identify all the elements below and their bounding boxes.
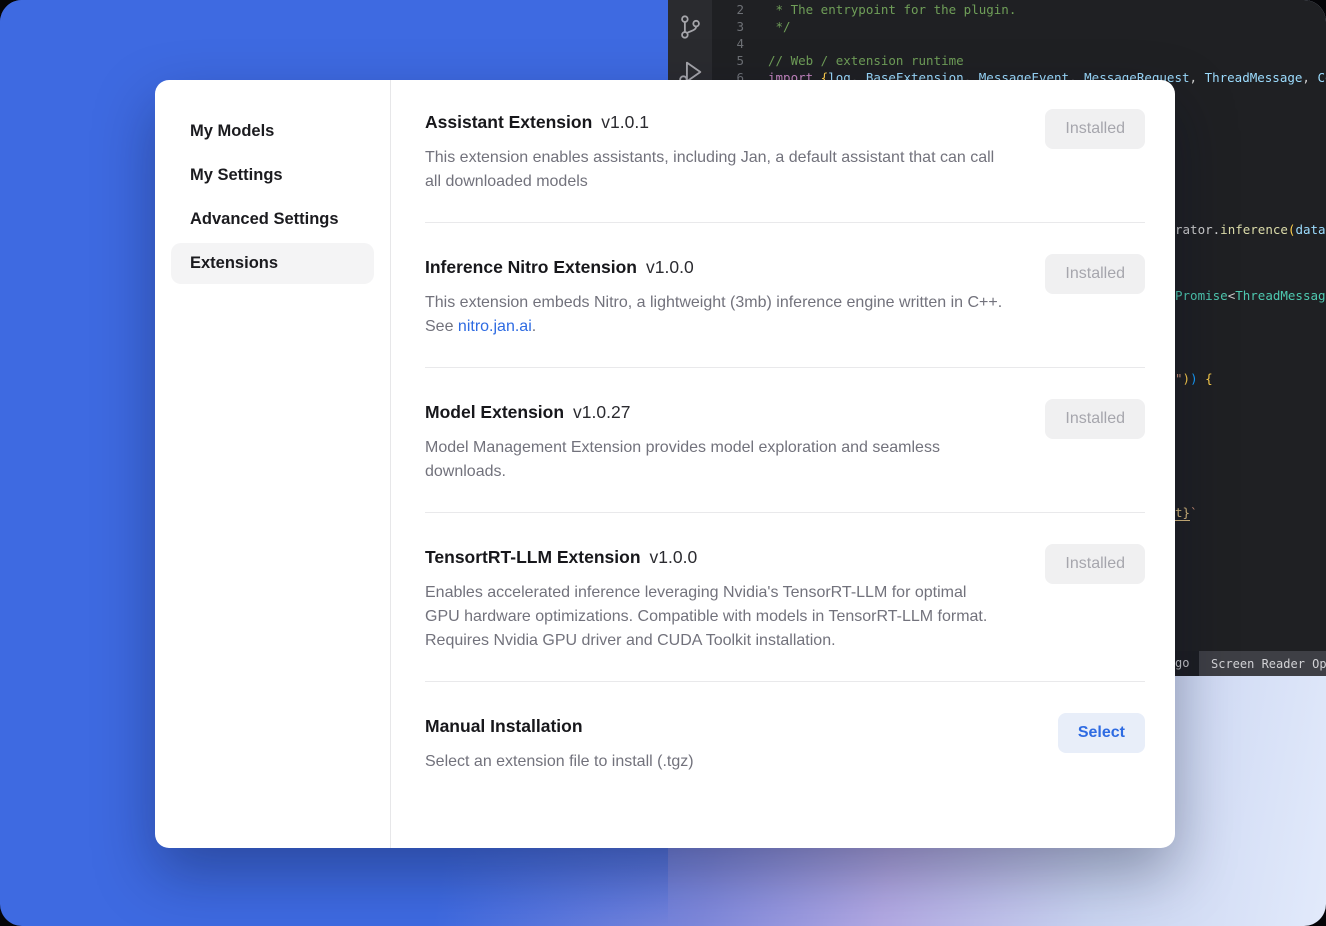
code-fragment: Promise<ThreadMessage>: [1175, 288, 1326, 303]
line-numbers: 23456: [712, 1, 744, 86]
extension-info: Assistant Extensionv1.0.1 This extension …: [425, 109, 1003, 194]
settings-sidebar: My ModelsMy SettingsAdvanced SettingsExt…: [155, 80, 391, 848]
code-text: * The entrypoint for the plugin. */ // We…: [768, 1, 1326, 86]
extension-row-inference-nitro-extension: Inference Nitro Extensionv1.0.0 This exte…: [425, 222, 1145, 367]
desktop: 23456 * The entrypoint for the plugin. *…: [0, 0, 1326, 926]
code-fragment: rator.inference(data));: [1175, 222, 1326, 237]
extension-name: TensortRT-LLM Extensionv1.0.0: [425, 544, 1003, 570]
extension-info: TensortRT-LLM Extensionv1.0.0 Enables acc…: [425, 544, 1003, 653]
installed-button: Installed: [1045, 109, 1145, 149]
settings-modal: My ModelsMy SettingsAdvanced SettingsExt…: [155, 80, 1175, 848]
extension-description: This extension enables assistants, inclu…: [425, 146, 1003, 194]
extension-info: Inference Nitro Extensionv1.0.0 This exte…: [425, 254, 1003, 339]
sidebar-item-my-models[interactable]: My Models: [171, 111, 374, 152]
extension-description: Enables accelerated inference leveraging…: [425, 581, 1003, 653]
extension-version: v1.0.27: [573, 402, 630, 422]
code-line: * The entrypoint for the plugin.: [768, 1, 1326, 18]
code-line: [768, 35, 1326, 52]
code-line: // Web / extension runtime: [768, 52, 1326, 69]
installed-button: Installed: [1045, 254, 1145, 294]
extension-row-tensortrt-llm-extension: TensortRT-LLM Extensionv1.0.0 Enables acc…: [425, 512, 1145, 681]
line-number: 4: [712, 35, 744, 52]
code-fragment: ")) {: [1175, 371, 1213, 386]
installed-button: Installed: [1045, 399, 1145, 439]
extension-description: Select an extension file to install (.tg…: [425, 750, 694, 774]
extension-description: Model Management Extension provides mode…: [425, 436, 1003, 484]
code-fragment: t}`: [1175, 505, 1198, 520]
screen-reader-status[interactable]: Screen Reader Optimized: [1199, 651, 1326, 676]
extension-version: v1.0.0: [650, 547, 698, 567]
sidebar-item-my-settings[interactable]: My Settings: [171, 155, 374, 196]
extension-description: This extension embeds Nitro, a lightweig…: [425, 291, 1003, 339]
extension-name: Model Extensionv1.0.27: [425, 399, 1003, 425]
code-line: */: [768, 18, 1326, 35]
line-number: 5: [712, 52, 744, 69]
extension-row-model-extension: Model Extensionv1.0.27 Model Management E…: [425, 367, 1145, 512]
extension-version: v1.0.1: [601, 112, 649, 132]
extensions-list: Assistant Extensionv1.0.1 This extension …: [391, 80, 1175, 848]
sidebar-item-extensions[interactable]: Extensions: [171, 243, 374, 284]
status-text: go: [1175, 656, 1189, 670]
extension-name: Inference Nitro Extensionv1.0.0: [425, 254, 1003, 280]
extension-row-manual-installation: Manual Installation Select an extension f…: [425, 681, 1145, 802]
extension-version: v1.0.0: [646, 257, 694, 277]
extension-link[interactable]: nitro.jan.ai: [458, 318, 532, 335]
extension-row-assistant-extension: Assistant Extensionv1.0.1 This extension …: [425, 80, 1145, 222]
source-control-icon[interactable]: [677, 12, 704, 45]
line-number: 2: [712, 1, 744, 18]
app-window: 23456 * The entrypoint for the plugin. *…: [0, 0, 1326, 926]
sidebar-item-advanced-settings[interactable]: Advanced Settings: [171, 199, 374, 240]
installed-button: Installed: [1045, 544, 1145, 584]
extension-name: Manual Installation: [425, 713, 694, 739]
select-button[interactable]: Select: [1058, 713, 1145, 753]
extension-name: Assistant Extensionv1.0.1: [425, 109, 1003, 135]
extension-info: Manual Installation Select an extension f…: [425, 713, 694, 774]
line-number: 3: [712, 18, 744, 35]
extension-info: Model Extensionv1.0.27 Model Management E…: [425, 399, 1003, 484]
